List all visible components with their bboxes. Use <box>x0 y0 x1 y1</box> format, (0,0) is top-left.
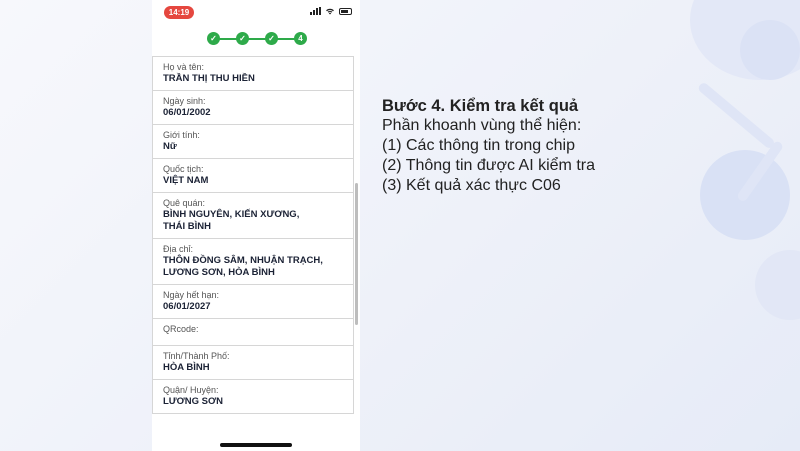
field-value: 06/01/2027 <box>163 301 211 312</box>
status-time: 14:19 <box>164 6 194 19</box>
background-bubble <box>740 20 800 80</box>
field-hometown: Quê quán: BÌNH NGUYÊN, KIẾN XƯƠNG, THÁI … <box>152 192 354 238</box>
field-province: Tỉnh/Thành Phố: HÒA BÌNH <box>152 345 354 379</box>
status-bar: 14:19 <box>152 0 360 24</box>
field-label: QRcode: <box>163 324 199 334</box>
field-address: Địa chỉ: THÔN ĐỒNG SÂM, NHUẬN TRẠCH, LƯƠ… <box>152 238 354 284</box>
field-value: Nữ <box>163 141 177 152</box>
step-title: Bước 4. Kiểm tra kết quả <box>382 97 579 115</box>
home-indicator[interactable] <box>220 443 292 447</box>
field-date-of-birth: Ngày sinh: 06/01/2002 <box>152 90 354 124</box>
field-label: Quốc tịch: <box>163 164 204 174</box>
field-qrcode: QRcode: <box>152 318 354 345</box>
field-value: TRẦN THỊ THU HIỀN <box>163 73 255 84</box>
status-icons <box>310 7 352 15</box>
field-label: Ngày sinh: <box>163 96 206 106</box>
field-label: Địa chỉ: <box>163 244 194 254</box>
field-value: BÌNH NGUYÊN, KIẾN XƯƠNG, THÁI BÌNH <box>163 209 300 232</box>
step-4-current[interactable]: 4 <box>294 32 307 45</box>
id-info-list: Họ và tên: TRẦN THỊ THU HIỀN Ngày sinh: … <box>152 56 354 414</box>
field-full-name: Họ và tên: TRẦN THỊ THU HIỀN <box>152 56 354 90</box>
instruction-line: (3) Kết quả xác thực C06 <box>382 177 561 194</box>
instruction-line: (2) Thông tin được AI kiểm tra <box>382 157 595 174</box>
field-value: HÒA BÌNH <box>163 362 210 373</box>
field-label: Ngày hết hạn: <box>163 290 220 300</box>
field-label: Tỉnh/Thành Phố: <box>163 351 230 361</box>
field-label: Họ và tên: <box>163 62 205 72</box>
field-value: THÔN ĐỒNG SÂM, NHUẬN TRẠCH, LƯƠNG SƠN, H… <box>163 255 323 278</box>
field-label: Quận/ Huyện: <box>163 385 219 395</box>
progress-stepper: ✓ ✓ ✓ 4 <box>152 24 360 50</box>
field-value: VIỆT NAM <box>163 175 209 186</box>
field-district: Quận/ Huyện: LƯƠNG SƠN <box>152 379 354 414</box>
scrollbar[interactable] <box>355 183 358 325</box>
background-connector <box>696 81 776 150</box>
field-expiry-date: Ngày hết hạn: 06/01/2027 <box>152 284 354 318</box>
field-gender: Giới tính: Nữ <box>152 124 354 158</box>
step-1-check-icon[interactable]: ✓ <box>207 32 220 45</box>
step-3-check-icon[interactable]: ✓ <box>265 32 278 45</box>
field-label: Giới tính: <box>163 130 200 140</box>
field-value: LƯƠNG SƠN <box>163 396 223 407</box>
battery-icon <box>339 7 352 15</box>
field-nationality: Quốc tịch: VIỆT NAM <box>152 158 354 192</box>
instruction-panel: Bước 4. Kiểm tra kết quả Phần khoanh vùn… <box>382 96 595 196</box>
field-label: Quê quán: <box>163 198 206 208</box>
signal-icon <box>310 7 321 15</box>
instruction-line: (1) Các thông tin trong chip <box>382 137 575 154</box>
field-value: 06/01/2002 <box>163 107 211 118</box>
wifi-icon <box>326 8 334 15</box>
instruction-line: Phần khoanh vùng thể hiện: <box>382 117 582 134</box>
step-2-check-icon[interactable]: ✓ <box>236 32 249 45</box>
background-bubble <box>755 250 800 320</box>
stepper-line <box>212 38 302 40</box>
phone-screen: 14:19 ✓ ✓ ✓ 4 Họ và tên: TRẦN THỊ THU HI… <box>152 0 360 451</box>
